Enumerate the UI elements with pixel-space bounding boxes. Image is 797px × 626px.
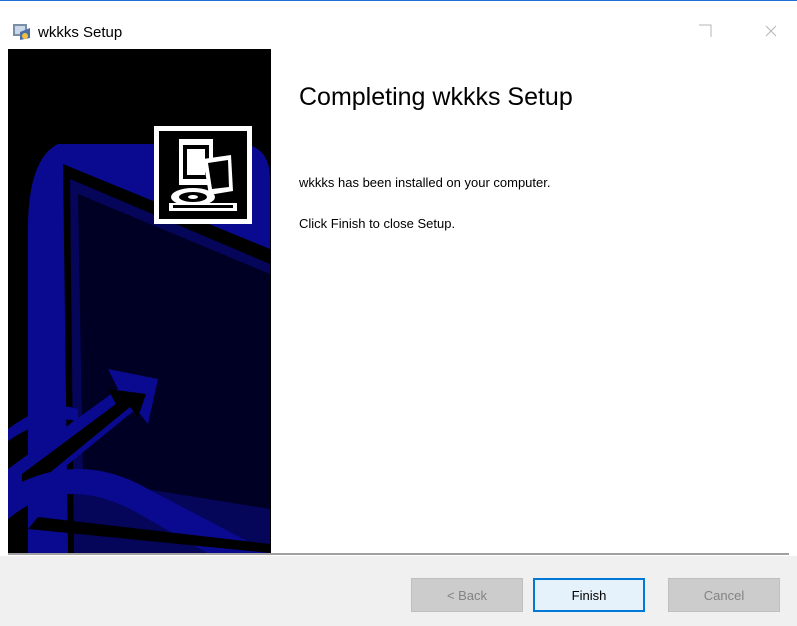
installed-message: wkkks has been installed on your compute… bbox=[299, 175, 551, 190]
page-heading: Completing wkkks Setup bbox=[299, 83, 573, 111]
finish-button[interactable]: Finish bbox=[533, 578, 645, 612]
back-button[interactable]: < Back bbox=[411, 578, 523, 612]
close-icon bbox=[765, 25, 777, 37]
cancel-button[interactable]: Cancel bbox=[668, 578, 780, 612]
wizard-banner-image bbox=[8, 49, 271, 553]
setup-window: wkkks Setup Completing wkkks Setup wkkks… bbox=[0, 0, 797, 626]
close-button[interactable] bbox=[756, 18, 786, 44]
installer-logo bbox=[154, 126, 252, 224]
wizard-content: Completing wkkks Setup wkkks has been in… bbox=[271, 49, 789, 553]
installer-icon bbox=[12, 22, 32, 42]
maximize-button[interactable] bbox=[690, 18, 720, 44]
computer-install-icon bbox=[159, 131, 247, 219]
title-bar[interactable]: wkkks Setup bbox=[0, 2, 797, 49]
maximize-icon bbox=[699, 24, 712, 37]
finish-instruction: Click Finish to close Setup. bbox=[299, 216, 456, 231]
window-title: wkkks Setup bbox=[38, 24, 123, 41]
